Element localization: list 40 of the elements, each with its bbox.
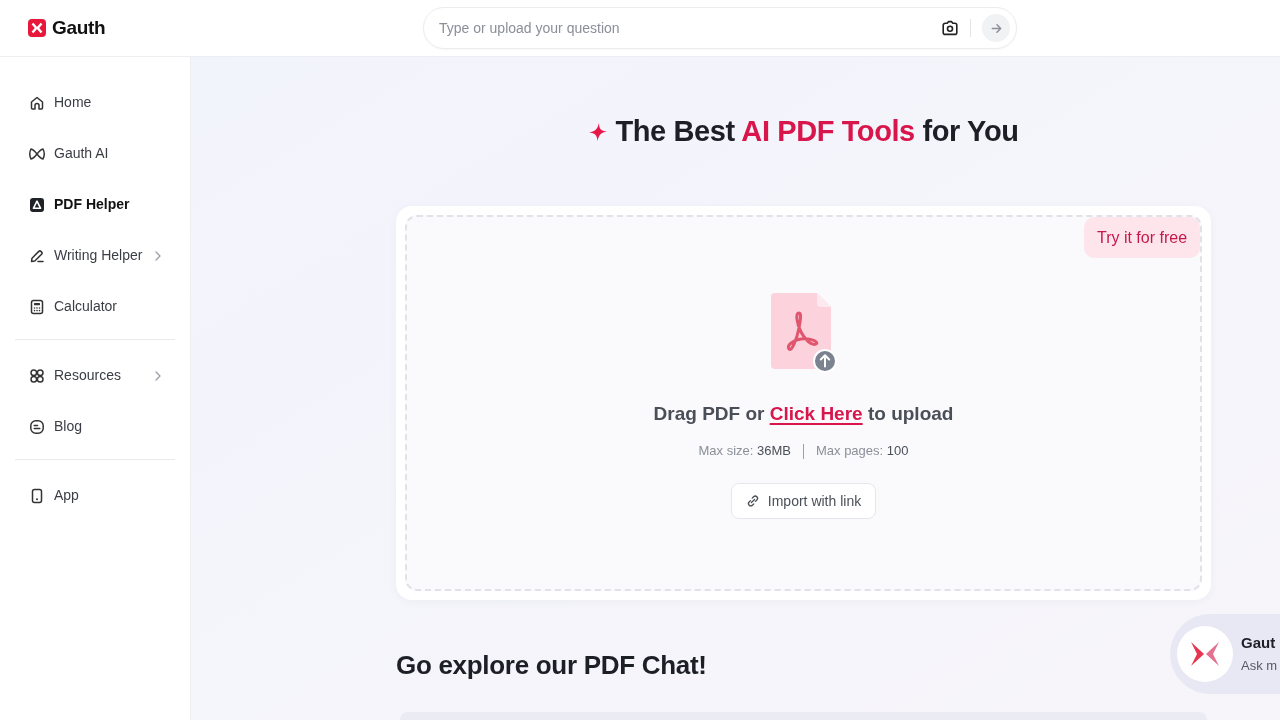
drop-zone[interactable]: Try it for free Drag PDF or Click Here to upload Max size: 36MB Max pages: 100 Import with link bbox=[405, 215, 1202, 591]
sidebar-item[interactable]: Calculator bbox=[0, 281, 190, 332]
home-icon bbox=[29, 94, 45, 111]
logo-text[interactable]: Gauth bbox=[52, 13, 106, 43]
upload-limit: Max pages: 100 bbox=[815, 442, 909, 461]
triangle-tile-icon bbox=[29, 196, 45, 213]
pdf-upload-icon bbox=[770, 293, 837, 373]
phone-icon bbox=[29, 487, 45, 504]
page-title: The Best AI PDF Tools for You bbox=[615, 114, 1019, 150]
pen-icon bbox=[29, 247, 45, 264]
sidebar-item[interactable]: Writing Helper bbox=[0, 230, 190, 281]
link-icon bbox=[745, 494, 760, 508]
assistant-title: Gaut bbox=[1241, 634, 1277, 652]
lines-tile-icon bbox=[29, 418, 45, 435]
calculator-icon bbox=[29, 298, 45, 315]
sidebar-item[interactable]: Blog bbox=[0, 401, 190, 452]
search-input[interactable]: Type or upload your question bbox=[439, 17, 941, 39]
sidebar-item[interactable]: Home bbox=[0, 77, 190, 128]
assistant-widget[interactable]: Gaut Ask m bbox=[1170, 614, 1280, 694]
sidebar-item[interactable]: App bbox=[0, 470, 190, 521]
sidebar-item[interactable]: Gauth AI bbox=[0, 128, 190, 179]
four-circles-icon bbox=[29, 367, 45, 384]
arrow-right-icon bbox=[989, 21, 1003, 35]
free-trial-badge: Try it for free bbox=[1084, 217, 1200, 258]
search-bar[interactable]: Type or upload your question bbox=[423, 7, 1017, 49]
star-icon bbox=[588, 122, 609, 142]
section-heading: Go explore our PDF Chat! bbox=[396, 649, 708, 681]
click-here-link[interactable]: Click Here bbox=[769, 399, 863, 429]
chevron-right-icon bbox=[155, 370, 161, 381]
chevron-right-icon bbox=[155, 250, 161, 261]
upload-limit: Max size: 36MB bbox=[698, 442, 791, 461]
logo-icon bbox=[28, 19, 46, 37]
assistant-logo-icon bbox=[1177, 626, 1233, 682]
import-link-button[interactable]: Import with link bbox=[730, 483, 877, 519]
crossed-curves-icon bbox=[29, 145, 45, 162]
camera-icon[interactable] bbox=[941, 19, 959, 37]
upload-prompt: Drag PDF or Click Here to upload bbox=[653, 400, 954, 428]
sidebar-item[interactable]: Resources bbox=[0, 350, 190, 401]
assistant-subtitle: Ask m bbox=[1241, 658, 1278, 674]
sidebar-item[interactable]: PDF Helper bbox=[0, 179, 190, 230]
